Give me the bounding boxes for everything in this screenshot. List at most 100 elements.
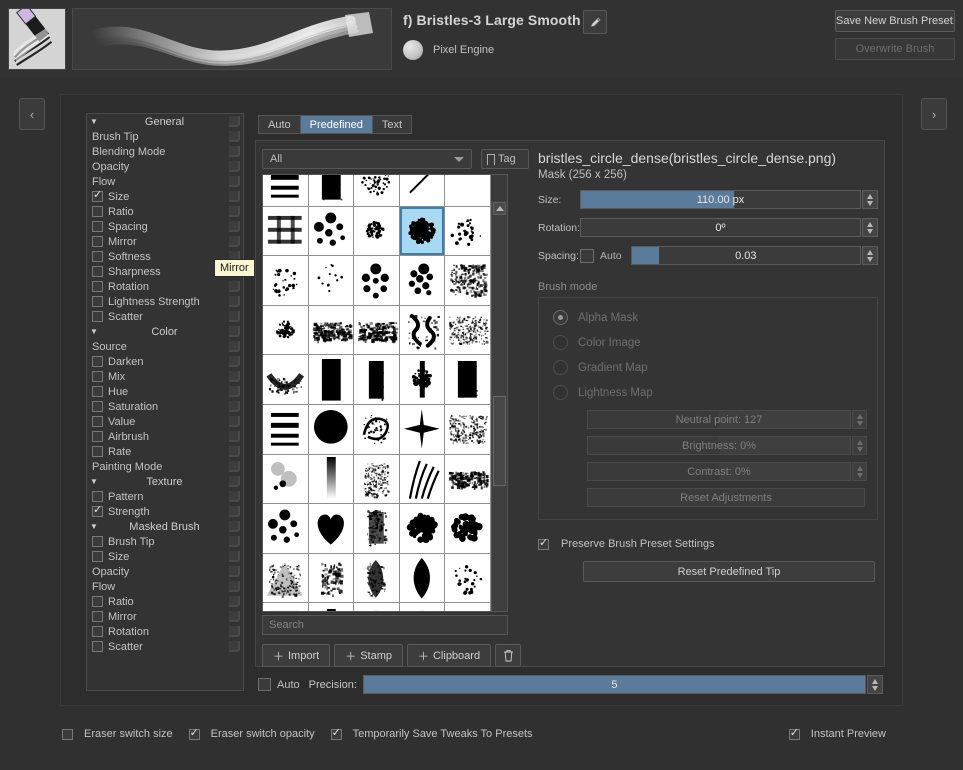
option-checkbox[interactable] xyxy=(92,596,103,607)
option-row[interactable]: Size xyxy=(87,549,243,564)
stamp-button[interactable]: ＋ Stamp xyxy=(334,644,403,667)
spacing-auto-checkbox[interactable] xyxy=(580,249,594,263)
brush-tip-cell[interactable] xyxy=(445,207,491,257)
option-checkbox[interactable] xyxy=(92,611,103,622)
option-group-header[interactable]: ▼Texture xyxy=(87,474,243,489)
option-row[interactable]: Lightness Strength xyxy=(87,294,243,309)
brush-tip-cell[interactable] xyxy=(354,504,400,554)
brush-tip-cell[interactable] xyxy=(263,554,309,604)
footer-checkbox[interactable] xyxy=(62,729,73,740)
brush-tip-cell[interactable] xyxy=(263,504,309,554)
brush-tip-cell[interactable] xyxy=(400,405,446,455)
brush-tip-cell[interactable] xyxy=(445,504,491,554)
option-row[interactable]: Scatter xyxy=(87,639,243,654)
option-row[interactable]: Size xyxy=(87,189,243,204)
precision-auto-checkbox[interactable] xyxy=(258,678,271,691)
lock-icon[interactable] xyxy=(229,641,240,652)
search-input[interactable]: Search xyxy=(262,615,508,635)
brush-tip-cell[interactable] xyxy=(309,504,355,554)
option-row[interactable]: Value xyxy=(87,414,243,429)
brush-tip-cell[interactable] xyxy=(309,405,355,455)
brush-tip-cell[interactable] xyxy=(309,355,355,405)
option-row[interactable]: Rotation xyxy=(87,279,243,294)
lock-icon[interactable] xyxy=(229,281,240,292)
brush-tip-cell[interactable] xyxy=(445,455,491,505)
lock-icon[interactable] xyxy=(229,161,240,172)
option-checkbox[interactable] xyxy=(92,536,103,547)
lock-icon[interactable] xyxy=(229,221,240,232)
adjustment-row[interactable]: Neutral point: 127 xyxy=(587,410,867,429)
lock-icon[interactable] xyxy=(229,296,240,307)
option-row[interactable]: Brush Tip xyxy=(87,129,243,144)
tab-predefined[interactable]: Predefined xyxy=(300,115,372,134)
delete-brush-tip-button[interactable] xyxy=(495,644,521,667)
scrollbar-thumb[interactable] xyxy=(493,396,506,486)
lock-icon[interactable] xyxy=(229,341,240,352)
brush-tip-cell[interactable] xyxy=(445,355,491,405)
option-checkbox[interactable] xyxy=(92,281,103,292)
option-row[interactable]: Pattern xyxy=(87,489,243,504)
resource-filter-dropdown[interactable]: All xyxy=(262,149,472,169)
option-checkbox[interactable] xyxy=(92,371,103,382)
option-checkbox[interactable] xyxy=(92,431,103,442)
option-checkbox[interactable] xyxy=(92,491,103,502)
adjustment-slider[interactable]: Contrast: 0% xyxy=(587,462,851,481)
rename-preset-button[interactable] xyxy=(583,10,607,34)
size-stepper[interactable] xyxy=(862,190,878,209)
option-checkbox[interactable] xyxy=(92,506,103,517)
previous-preset-button[interactable]: ‹ xyxy=(19,98,45,130)
instant-preview-item[interactable]: Instant Preview xyxy=(789,728,886,740)
lock-icon[interactable] xyxy=(229,626,240,637)
brush-tip-cell[interactable] xyxy=(263,256,309,306)
option-group-header[interactable]: ▼Color xyxy=(87,324,243,339)
option-checkbox[interactable] xyxy=(92,551,103,562)
tab-text[interactable]: Text xyxy=(372,115,412,134)
option-checkbox[interactable] xyxy=(92,311,103,322)
brush-tip-cell[interactable] xyxy=(354,207,400,257)
option-row[interactable]: Scatter xyxy=(87,309,243,324)
option-checkbox[interactable] xyxy=(92,386,103,397)
brush-tip-cell[interactable] xyxy=(354,554,400,604)
adjustment-stepper[interactable] xyxy=(852,410,867,429)
brush-tip-cell[interactable] xyxy=(263,207,309,257)
brush-tip-cell[interactable] xyxy=(309,207,355,257)
adjustment-row[interactable]: Contrast: 0% xyxy=(587,462,867,481)
lock-icon[interactable] xyxy=(229,311,240,322)
radio-icon[interactable] xyxy=(553,385,568,400)
brush-tip-cell[interactable] xyxy=(445,405,491,455)
option-checkbox[interactable] xyxy=(92,416,103,427)
brush-tip-cell[interactable] xyxy=(263,306,309,356)
option-row[interactable]: Blending Mode xyxy=(87,144,243,159)
brush-tip-cell[interactable] xyxy=(263,174,309,207)
brush-tip-cell[interactable] xyxy=(445,306,491,356)
radio-icon[interactable] xyxy=(553,360,568,375)
preserve-settings-checkbox[interactable] xyxy=(538,539,549,550)
brush-tip-cell[interactable] xyxy=(263,603,309,612)
lock-icon[interactable] xyxy=(229,416,240,427)
brush-tip-cell[interactable] xyxy=(309,256,355,306)
brush-mode-option[interactable]: Color Image xyxy=(553,335,867,350)
rotation-slider[interactable]: 0º xyxy=(580,218,861,237)
lock-icon[interactable] xyxy=(229,491,240,502)
option-row[interactable]: Ratio xyxy=(87,204,243,219)
brush-tip-cell[interactable] xyxy=(354,174,400,207)
brush-tip-cell[interactable] xyxy=(309,306,355,356)
option-row[interactable]: Saturation xyxy=(87,399,243,414)
scroll-up-button[interactable] xyxy=(493,202,506,215)
brush-tip-cell[interactable] xyxy=(445,256,491,306)
lock-icon[interactable] xyxy=(229,551,240,562)
adjustment-slider[interactable]: Brightness: 0% xyxy=(587,436,851,455)
overwrite-brush-button[interactable]: Overwrite Brush xyxy=(835,38,955,60)
save-new-brush-preset-button[interactable]: Save New Brush Preset... xyxy=(835,10,955,32)
option-row[interactable]: Spacing xyxy=(87,219,243,234)
option-checkbox[interactable] xyxy=(92,191,103,202)
brush-tip-cell[interactable] xyxy=(445,554,491,604)
spacing-slider[interactable]: 0.03 xyxy=(631,246,861,265)
brush-tip-cell[interactable] xyxy=(354,256,400,306)
adjustment-stepper[interactable] xyxy=(852,436,867,455)
lock-icon[interactable] xyxy=(229,611,240,622)
brush-tip-cell[interactable] xyxy=(400,455,446,505)
brush-tip-grid[interactable] xyxy=(263,174,491,612)
clipboard-button[interactable]: ＋ Clipboard xyxy=(407,644,491,667)
brush-tip-cell[interactable] xyxy=(445,174,491,207)
